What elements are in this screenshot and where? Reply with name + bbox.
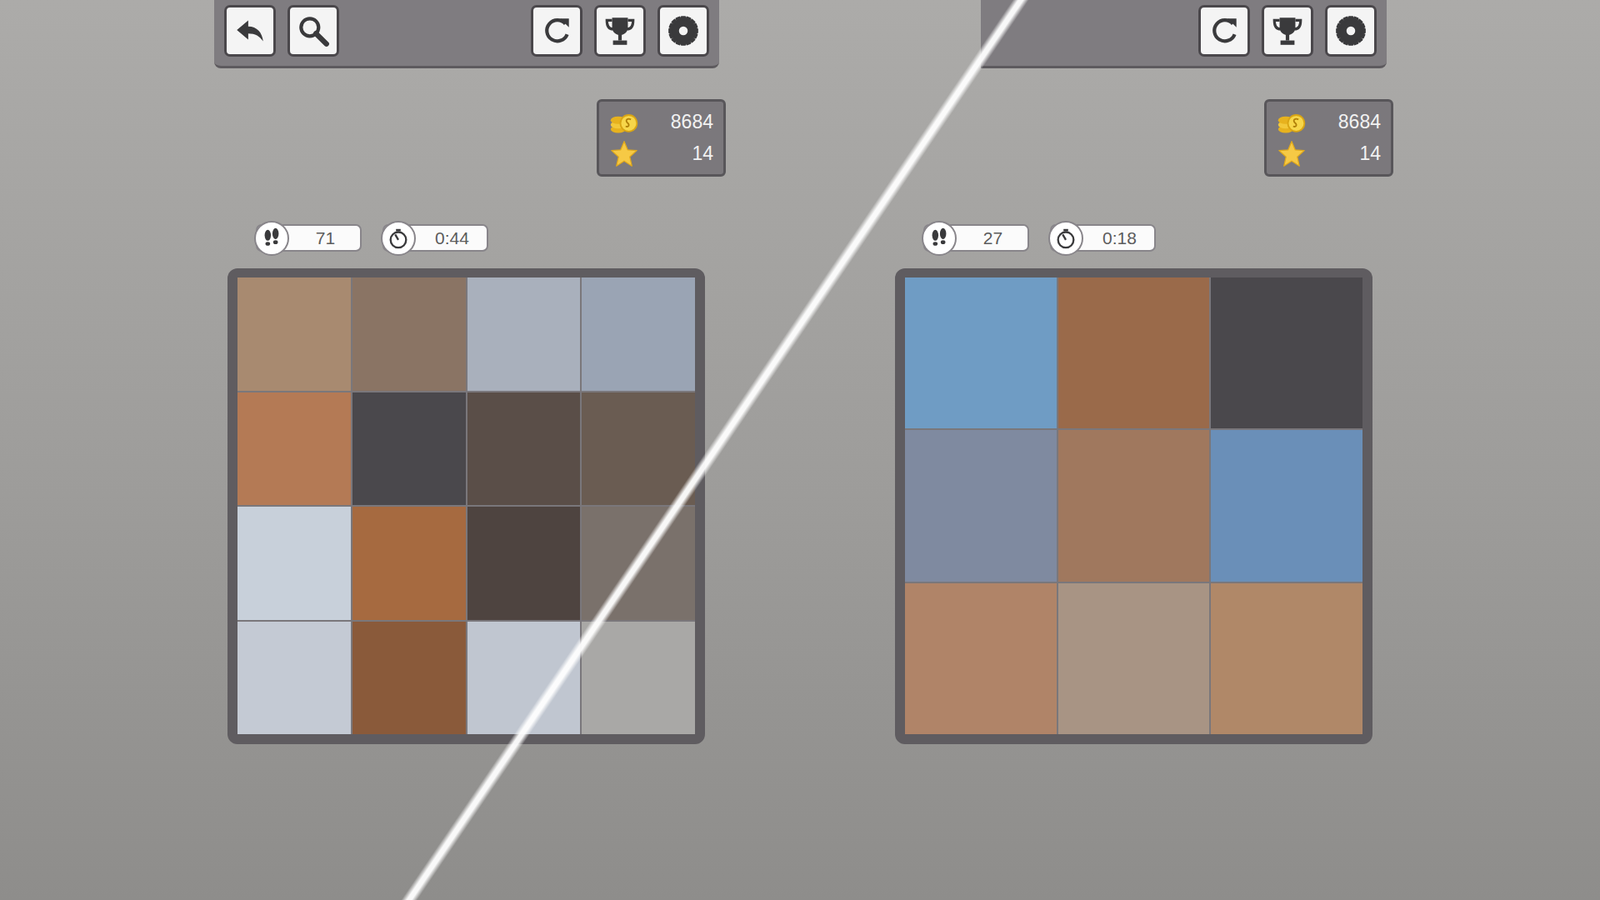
elapsed-time: 0:44 xyxy=(417,228,487,249)
back-arrow-icon xyxy=(232,13,268,49)
back-button[interactable] xyxy=(224,5,276,57)
puzzle-tile[interactable] xyxy=(467,621,581,735)
wallet-panel: 8684 14 xyxy=(596,99,726,177)
moves-counter: 71 xyxy=(255,224,362,252)
puzzle-board xyxy=(895,268,1373,745)
stopwatch-icon-holder xyxy=(1048,220,1084,256)
puzzle-tile[interactable] xyxy=(237,392,351,506)
stats-row: 71 0:44 xyxy=(255,224,726,252)
stopwatch-icon xyxy=(1054,226,1078,250)
stats-row: 27 0:18 xyxy=(923,224,1394,252)
puzzle-tile[interactable] xyxy=(1210,430,1363,581)
stars-row: 14 xyxy=(1276,140,1381,167)
stars-row: 14 xyxy=(609,140,714,167)
search-button[interactable] xyxy=(287,5,340,57)
coins-count: 8684 xyxy=(670,110,714,134)
puzzle-tile[interactable] xyxy=(467,392,581,506)
puzzle-tile[interactable] xyxy=(237,277,351,391)
gear-icon xyxy=(1333,13,1369,49)
puzzle-tile[interactable] xyxy=(581,621,695,735)
timer: 0:18 xyxy=(1050,224,1156,252)
stopwatch-icon xyxy=(386,226,410,250)
puzzle-tile[interactable] xyxy=(905,277,1057,429)
empty-slot xyxy=(352,392,466,506)
restart-button[interactable] xyxy=(530,5,583,57)
coins-row: 8684 xyxy=(609,109,714,136)
toolbar xyxy=(214,0,720,69)
trophy-icon xyxy=(1270,13,1305,49)
trophy-button[interactable] xyxy=(1261,5,1314,57)
puzzle-tile[interactable] xyxy=(581,392,695,506)
coins-icon xyxy=(1276,109,1307,136)
puzzle-board xyxy=(227,268,705,745)
settings-button[interactable] xyxy=(1325,5,1377,57)
game-screen: 8684 14 71 0:44 xyxy=(214,0,726,900)
puzzle-tile[interactable] xyxy=(905,430,1057,581)
footprints-icon xyxy=(260,226,284,250)
moves-count: 71 xyxy=(290,228,360,249)
toolbar xyxy=(980,0,1387,69)
tile-grid xyxy=(905,277,1363,735)
game-screen: 8684 14 27 0:18 xyxy=(881,0,1394,900)
puzzle-tile[interactable] xyxy=(352,621,466,735)
toolbar-right xyxy=(1198,5,1377,57)
empty-slot xyxy=(1210,277,1363,429)
timer: 0:44 xyxy=(382,224,489,252)
puzzle-tile[interactable] xyxy=(467,277,581,391)
puzzle-tile[interactable] xyxy=(1058,430,1210,581)
puzzle-tile[interactable] xyxy=(352,277,466,391)
puzzle-tile[interactable] xyxy=(467,506,581,620)
puzzle-tile[interactable] xyxy=(1210,583,1363,735)
tile-grid xyxy=(237,277,695,735)
puzzle-tile[interactable] xyxy=(581,506,695,620)
restart-button[interactable] xyxy=(1198,5,1250,57)
puzzle-tile[interactable] xyxy=(1058,583,1210,735)
footprints-icon xyxy=(927,226,951,250)
settings-button[interactable] xyxy=(657,5,710,57)
gear-icon xyxy=(665,13,701,49)
moves-count: 27 xyxy=(958,228,1028,249)
trophy-icon xyxy=(602,13,638,49)
puzzle-tile[interactable] xyxy=(237,506,351,620)
puzzle-tile[interactable] xyxy=(581,277,695,391)
puzzle-tile[interactable] xyxy=(352,506,466,620)
magnifier-icon xyxy=(295,13,331,49)
trophy-button[interactable] xyxy=(594,5,646,57)
footprints-icon-holder xyxy=(921,220,957,256)
stars-count: 14 xyxy=(1359,142,1381,165)
footprints-icon-holder xyxy=(254,220,290,256)
toolbar-left xyxy=(224,5,340,57)
restart-icon xyxy=(539,13,575,49)
wallet-panel: 8684 14 xyxy=(1264,99,1394,177)
toolbar-right xyxy=(530,5,710,57)
moves-counter: 27 xyxy=(923,224,1030,252)
coins-count: 8684 xyxy=(1338,110,1381,134)
stars-count: 14 xyxy=(691,142,714,165)
stopwatch-icon-holder xyxy=(380,220,416,256)
coins-icon xyxy=(609,109,640,136)
light-beam xyxy=(381,0,1049,900)
elapsed-time: 0:18 xyxy=(1085,228,1155,249)
restart-icon xyxy=(1206,13,1242,49)
puzzle-tile[interactable] xyxy=(1058,277,1210,429)
coins-row: 8684 xyxy=(1276,109,1381,136)
puzzle-tile[interactable] xyxy=(237,621,351,735)
game-page: 8684 14 71 0:44 8684 14 27 0:18 xyxy=(0,0,1600,900)
star-icon xyxy=(1276,140,1307,167)
puzzle-tile[interactable] xyxy=(905,583,1057,735)
star-icon xyxy=(609,140,640,167)
